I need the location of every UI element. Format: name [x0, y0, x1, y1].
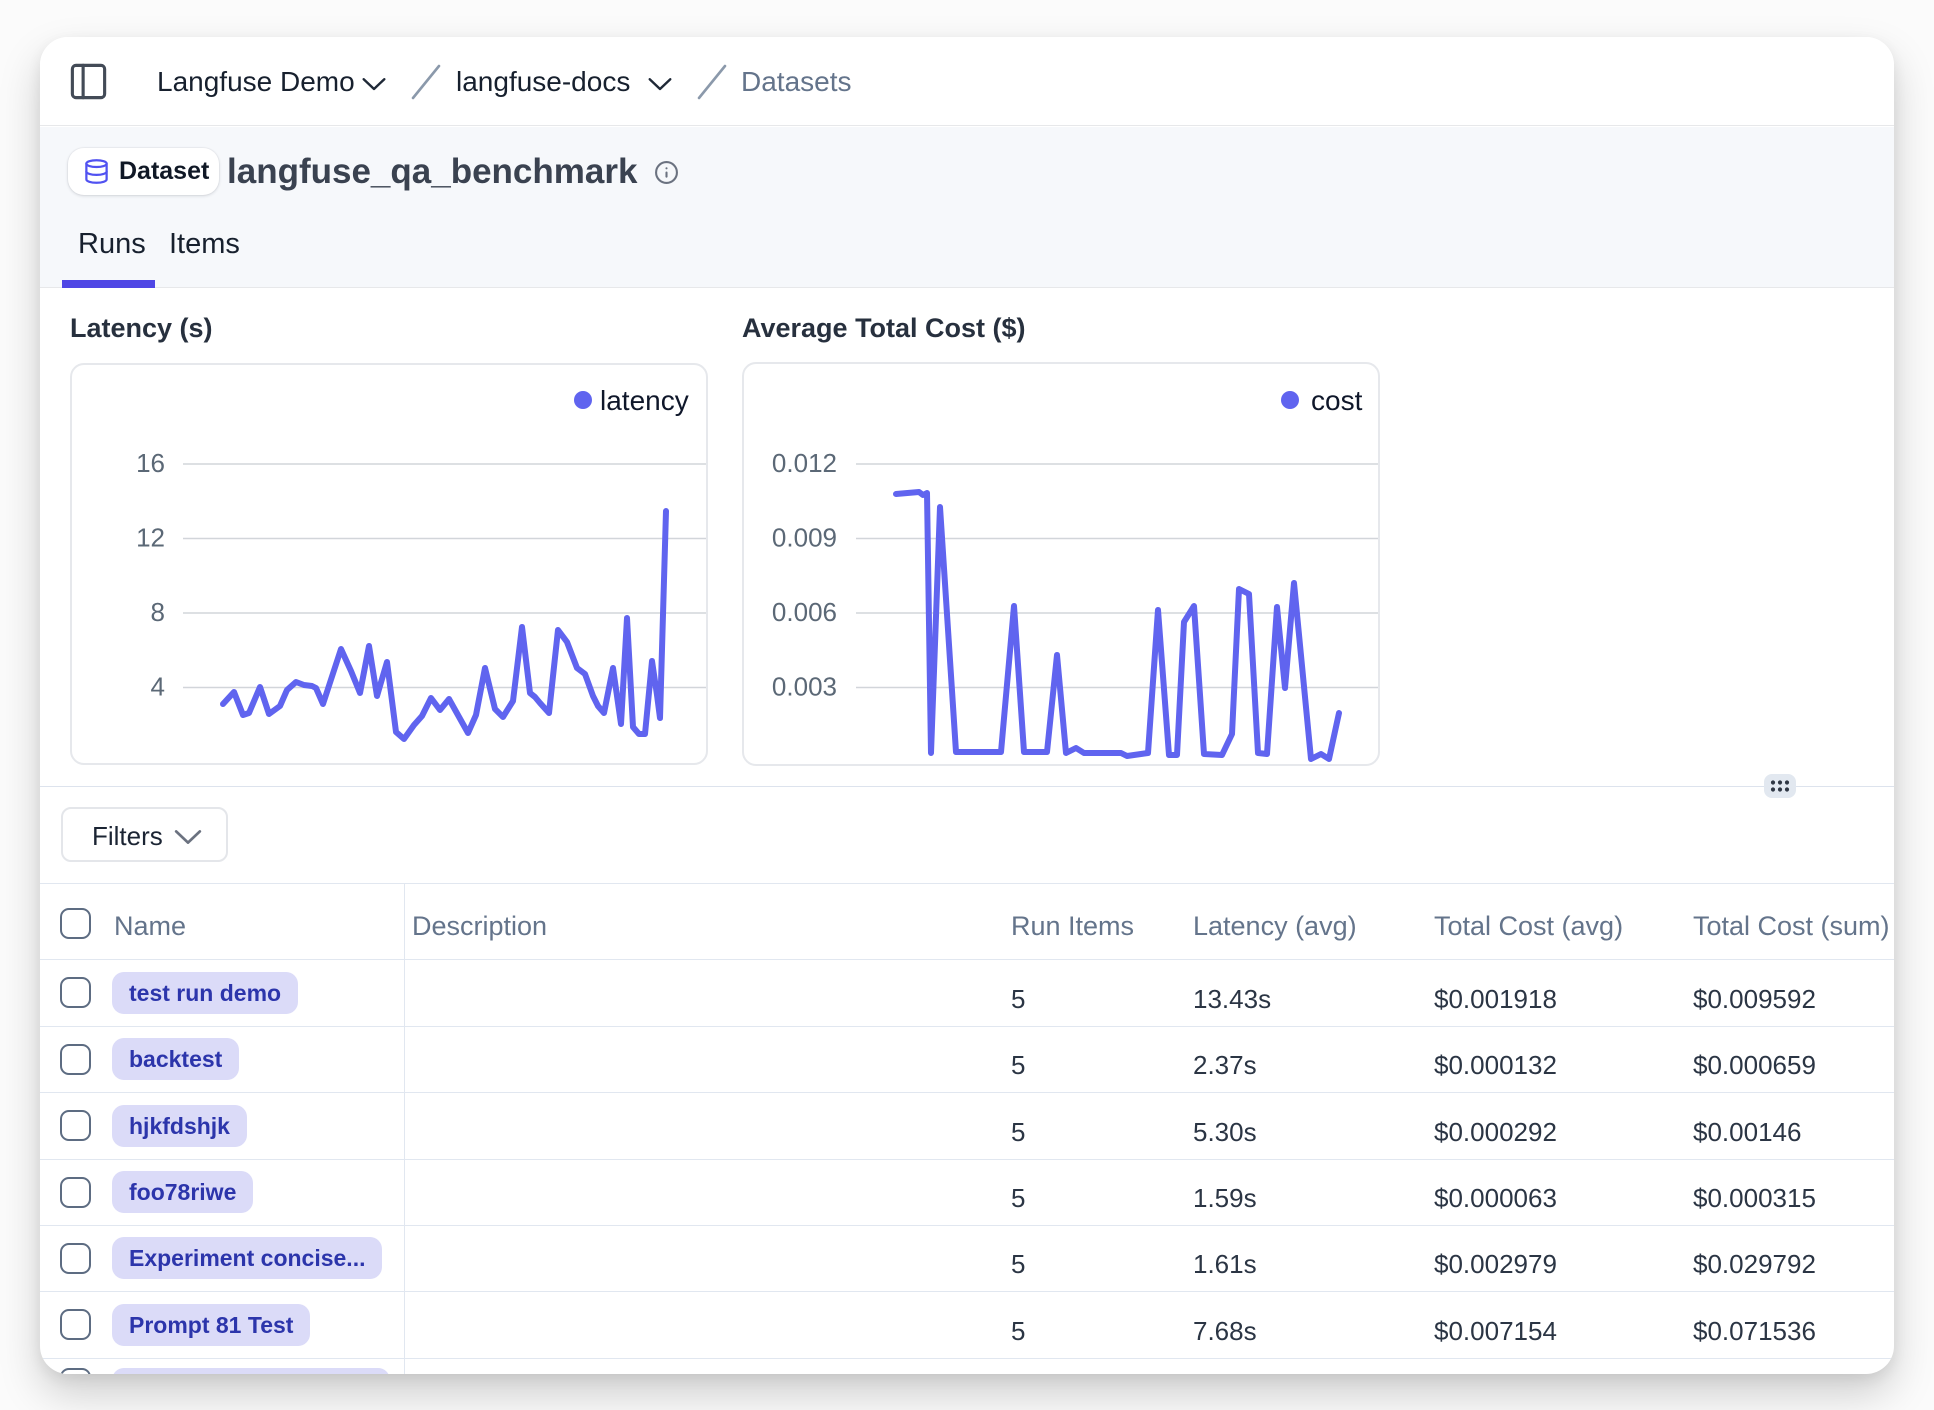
svg-text:0.009: 0.009: [772, 523, 837, 553]
svg-text:0.006: 0.006: [772, 597, 837, 627]
svg-text:cost: cost: [1311, 385, 1363, 416]
svg-text:0.003: 0.003: [772, 672, 837, 702]
svg-text:16: 16: [136, 448, 165, 478]
svg-text:0.012: 0.012: [772, 448, 837, 478]
svg-text:8: 8: [151, 597, 165, 627]
svg-text:12: 12: [136, 523, 165, 553]
svg-text:latency: latency: [600, 385, 689, 416]
svg-text:4: 4: [151, 672, 165, 702]
